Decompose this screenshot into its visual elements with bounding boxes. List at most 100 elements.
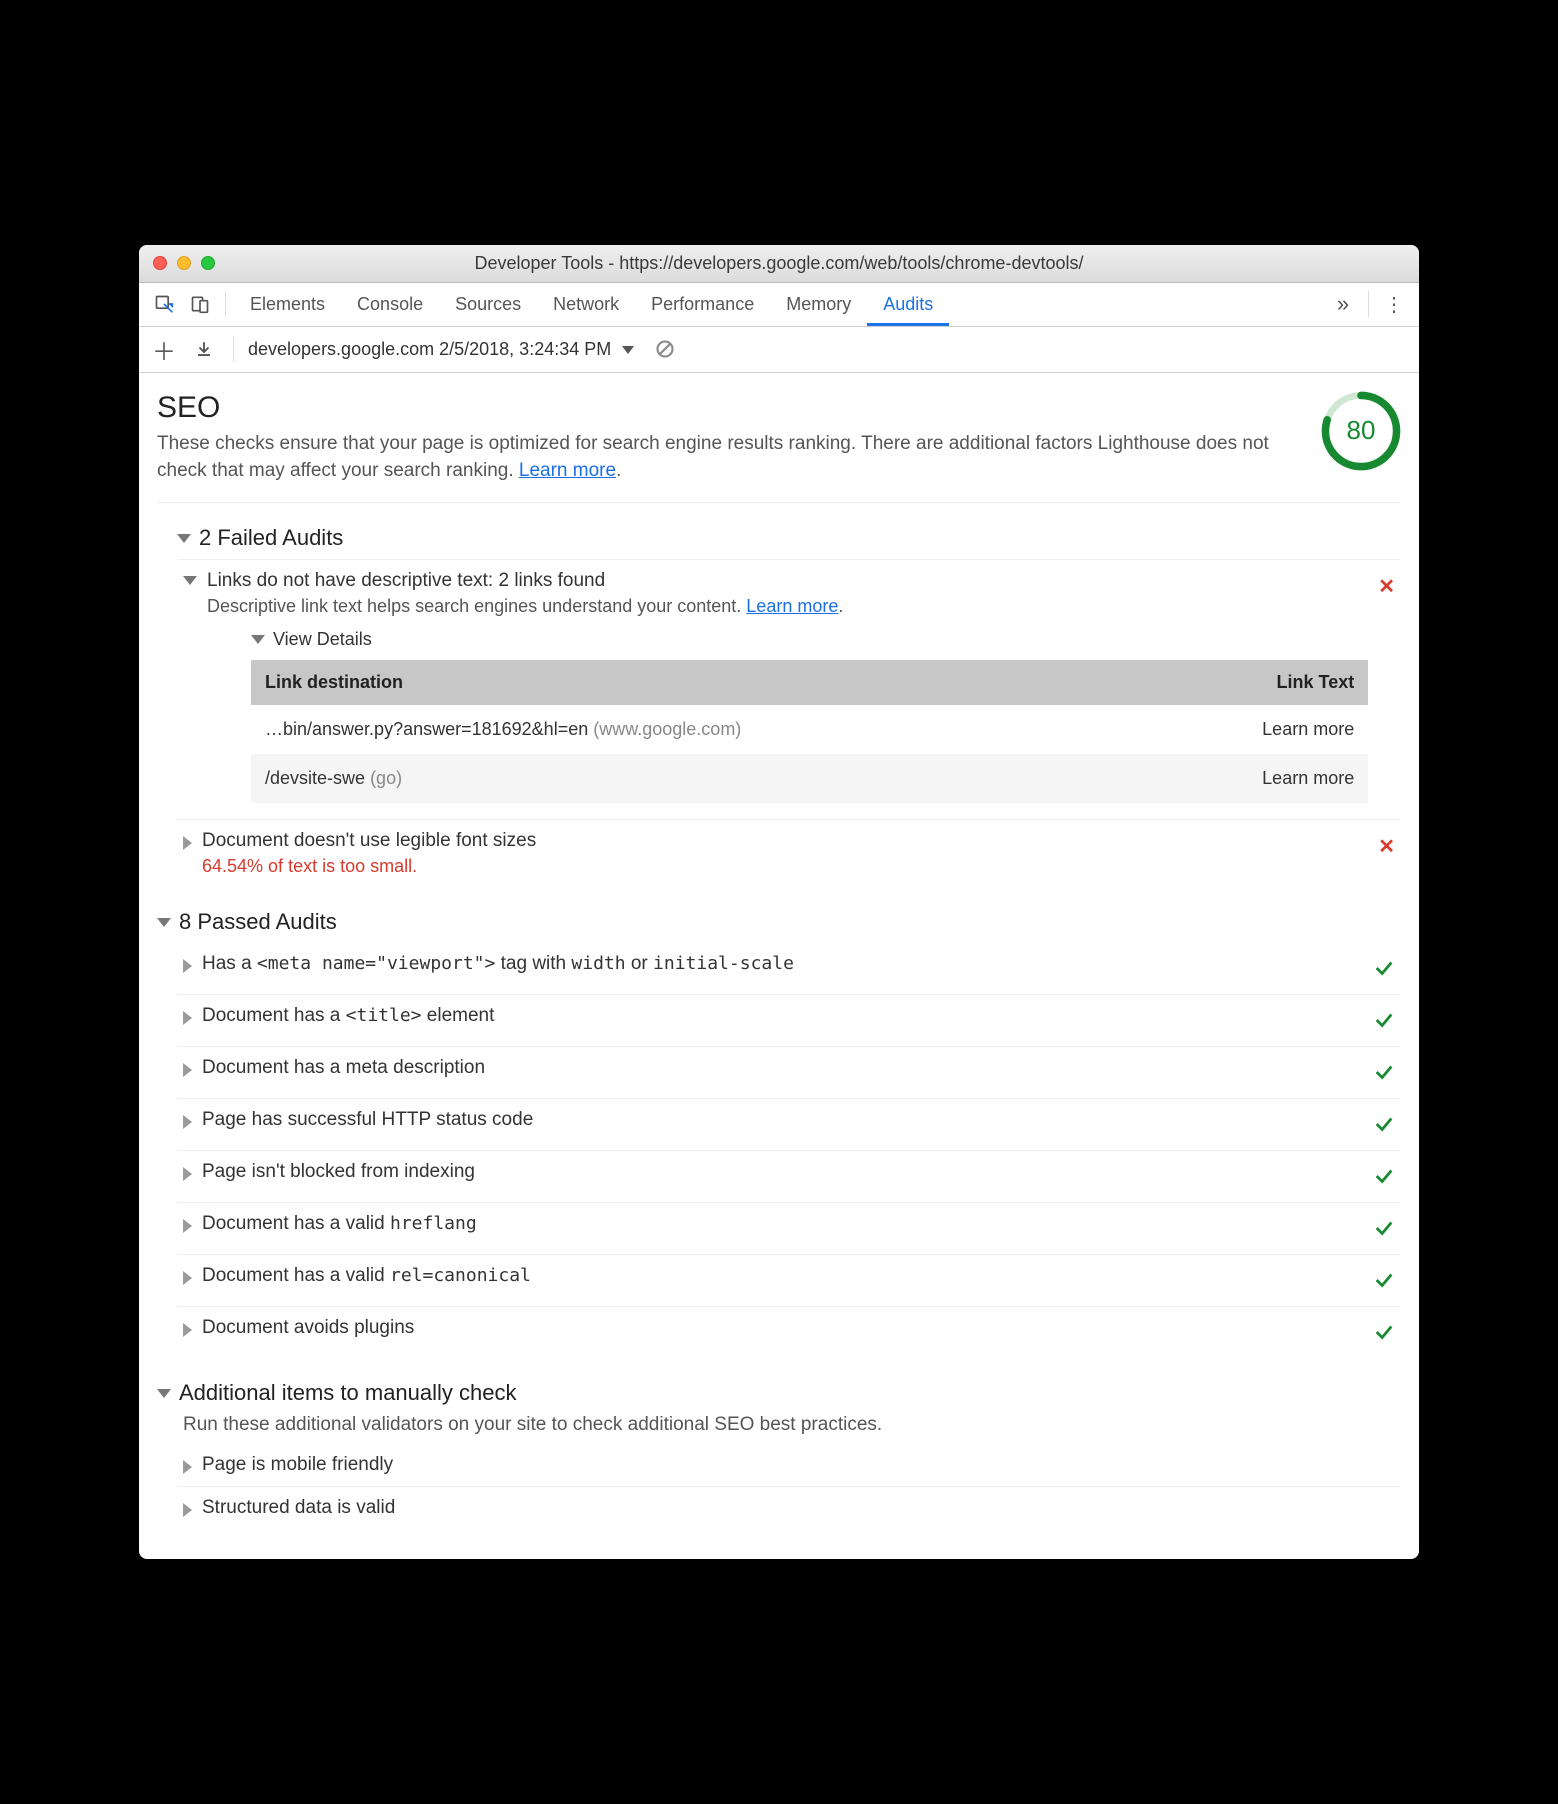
minimize-window-button[interactable]	[177, 256, 191, 270]
chevron-down-icon	[183, 576, 197, 585]
titlebar: Developer Tools - https://developers.goo…	[139, 245, 1419, 283]
separator	[1368, 291, 1369, 317]
audit-item[interactable]: Document has a valid rel=canonical	[177, 1254, 1401, 1306]
device-toolbar-icon[interactable]	[183, 287, 217, 321]
view-details-label: View Details	[273, 629, 372, 650]
link-destination-cell: …bin/answer.py?answer=181692&hl=en (www.…	[251, 705, 1153, 754]
devtools-window: Developer Tools - https://developers.goo…	[139, 245, 1419, 1559]
tab-performance[interactable]: Performance	[635, 282, 770, 326]
audit-title: Document has a meta description	[202, 1057, 1363, 1079]
audit-title: Document doesn't use legible font sizes	[202, 830, 1368, 852]
audit-title: Has a <meta name="viewport"> tag with wi…	[202, 953, 1363, 975]
tab-network[interactable]: Network	[537, 282, 635, 326]
window-title: Developer Tools - https://developers.goo…	[139, 253, 1419, 274]
audit-details: View Details Link destination Link Text …	[251, 629, 1368, 803]
pass-icon	[1373, 1321, 1395, 1348]
seo-description: These checks ensure that your page is op…	[157, 431, 1301, 484]
pass-icon	[1373, 1217, 1395, 1244]
chevron-right-icon	[183, 1323, 192, 1337]
seo-score-gauge: 80	[1321, 391, 1401, 471]
chevron-right-icon	[183, 1460, 192, 1474]
audit-item[interactable]: Structured data is valid	[177, 1486, 1401, 1529]
tab-sources[interactable]: Sources	[439, 282, 537, 326]
chevron-down-icon	[157, 1389, 171, 1398]
close-window-button[interactable]	[153, 256, 167, 270]
link-destination-cell: /devsite-swe (go)	[251, 754, 1153, 803]
audit-learn-more-link[interactable]: Learn more	[746, 596, 838, 616]
inspect-element-icon[interactable]	[147, 287, 181, 321]
link-text-cell: Learn more	[1153, 705, 1368, 754]
failed-audits-toggle[interactable]: 2 Failed Audits	[177, 517, 1401, 559]
chevron-right-icon	[183, 1115, 192, 1129]
passed-audits-title: 8 Passed Audits	[179, 909, 337, 935]
audit-item[interactable]: Document avoids plugins	[177, 1306, 1401, 1358]
passed-audits-section: 8 Passed Audits Has a <meta name="viewpo…	[157, 901, 1401, 1358]
clear-icon[interactable]	[650, 334, 680, 364]
manual-checks-section: Additional items to manually check Run t…	[157, 1372, 1401, 1529]
audit-item[interactable]: Document has a valid hreflang	[177, 1202, 1401, 1254]
audit-title: Page isn't blocked from indexing	[202, 1161, 1363, 1183]
audits-toolbar: ＋ developers.google.com 2/5/2018, 3:24:3…	[139, 327, 1419, 373]
chevron-right-icon	[183, 1503, 192, 1517]
chevron-right-icon	[183, 1011, 192, 1025]
chevron-down-icon	[157, 918, 171, 927]
separator	[225, 291, 226, 317]
pass-icon	[1373, 957, 1395, 984]
window-controls	[153, 256, 215, 270]
seo-heading: SEO	[157, 391, 1301, 425]
chevron-down-icon	[177, 534, 191, 543]
maximize-window-button[interactable]	[201, 256, 215, 270]
report-selector[interactable]: developers.google.com 2/5/2018, 3:24:34 …	[248, 339, 634, 360]
audit-item[interactable]: Document doesn't use legible font sizes …	[177, 819, 1401, 887]
passed-audits-toggle[interactable]: 8 Passed Audits	[157, 901, 1401, 943]
devtools-tabbar: ElementsConsoleSourcesNetworkPerformance…	[139, 283, 1419, 327]
download-report-icon[interactable]	[189, 334, 219, 364]
report-label: developers.google.com 2/5/2018, 3:24:34 …	[248, 339, 611, 359]
tab-memory[interactable]: Memory	[770, 282, 867, 326]
chevron-right-icon	[183, 1063, 192, 1077]
audit-item[interactable]: Document has a <title> element	[177, 994, 1401, 1046]
chevron-down-icon	[251, 635, 265, 644]
pass-icon	[1373, 1165, 1395, 1192]
audit-title: Document has a valid hreflang	[202, 1213, 1363, 1235]
chevron-right-icon	[183, 959, 192, 973]
audit-title: Document avoids plugins	[202, 1317, 1363, 1339]
fail-icon: ✕	[1378, 574, 1395, 599]
pass-icon	[1373, 1061, 1395, 1088]
audit-title: Document has a valid rel=canonical	[202, 1265, 1363, 1287]
new-audit-icon[interactable]: ＋	[149, 334, 179, 364]
audit-title: Links do not have descriptive text: 2 li…	[207, 570, 1368, 592]
fail-icon: ✕	[1378, 834, 1395, 859]
view-details-toggle[interactable]: View Details	[251, 629, 1368, 650]
manual-checks-toggle[interactable]: Additional items to manually check	[157, 1372, 1401, 1414]
tab-audits[interactable]: Audits	[867, 282, 949, 326]
link-text-cell: Learn more	[1153, 754, 1368, 803]
pass-icon	[1373, 1269, 1395, 1296]
audit-title: Structured data is valid	[202, 1497, 1395, 1519]
tab-console[interactable]: Console	[341, 282, 439, 326]
manual-checks-title: Additional items to manually check	[179, 1380, 517, 1406]
failed-audits-title: 2 Failed Audits	[199, 525, 343, 551]
audit-item[interactable]: Page is mobile friendly	[177, 1444, 1401, 1486]
seo-learn-more-link[interactable]: Learn more	[519, 460, 616, 481]
table-row: /devsite-swe (go)Learn more	[251, 754, 1368, 803]
separator	[233, 336, 234, 362]
tab-elements[interactable]: Elements	[234, 282, 341, 326]
audit-title: Document has a <title> element	[202, 1005, 1363, 1027]
manual-checks-subtitle: Run these additional validators on your …	[183, 1414, 1401, 1436]
table-row: …bin/answer.py?answer=181692&hl=en (www.…	[251, 705, 1368, 754]
kebab-menu-icon[interactable]: ⋮	[1377, 287, 1411, 321]
chevron-down-icon	[622, 346, 634, 354]
more-tabs-icon[interactable]: »	[1326, 287, 1360, 321]
chevron-right-icon	[183, 1167, 192, 1181]
audit-title: Page has successful HTTP status code	[202, 1109, 1363, 1131]
pass-icon	[1373, 1113, 1395, 1140]
audit-item[interactable]: Links do not have descriptive text: 2 li…	[177, 559, 1401, 819]
audit-item[interactable]: Page has successful HTTP status code	[177, 1098, 1401, 1150]
audit-item[interactable]: Page isn't blocked from indexing	[177, 1150, 1401, 1202]
link-details-table: Link destination Link Text …bin/answer.p…	[251, 660, 1368, 803]
audit-item[interactable]: Has a <meta name="viewport"> tag with wi…	[177, 943, 1401, 994]
audit-item[interactable]: Document has a meta description	[177, 1046, 1401, 1098]
audit-title: Page is mobile friendly	[202, 1454, 1395, 1476]
failed-audits-section: 2 Failed Audits Links do not have descri…	[177, 517, 1401, 887]
